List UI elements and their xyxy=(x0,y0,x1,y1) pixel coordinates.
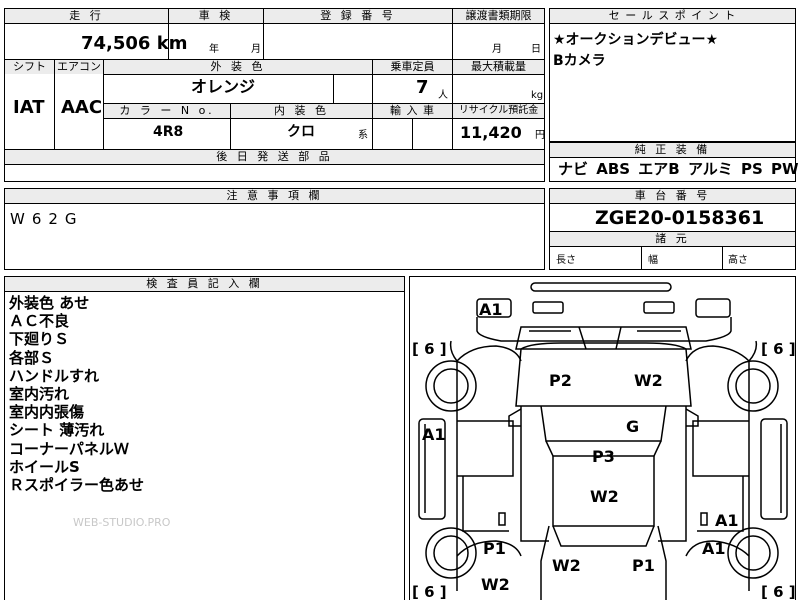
header-recycle: リサイクル預託金 xyxy=(453,104,544,118)
note-line: 室内汚れ xyxy=(9,385,70,404)
watermark: WEB-STUDIO.PRO xyxy=(73,516,171,529)
tire-depth-rear-left: [ 6 ] xyxy=(412,583,447,600)
spec-length-label: 長さ xyxy=(556,255,576,266)
header-chassis-no: 車 台 番 号 xyxy=(550,189,795,203)
sales-point-panel: セ ー ル ス ポ イ ン ト ★オークションデビュー★ Bカメラ xyxy=(549,8,796,142)
shift-value: IAT xyxy=(13,97,45,118)
header-max-load: 最大積載量 xyxy=(453,60,544,74)
mark-p1-rear: P1 xyxy=(632,556,655,575)
recycle-unit: 円 xyxy=(535,130,545,141)
header-transfer-deadline: 譲渡書類期限 xyxy=(453,9,544,23)
header-caution: 注 意 事 項 欄 xyxy=(5,189,544,203)
mark-w2-center: W2 xyxy=(590,487,619,506)
tire-depth-rear-right: [ 6 ] xyxy=(761,583,796,600)
header-aircon: エアコン xyxy=(55,60,103,74)
transfer-month-label: 月 xyxy=(492,44,502,55)
interior-color-value: クロ xyxy=(287,124,315,140)
car-diagram-panel: A1 P2 W2 G A1 P3 W2 A1 P1 A1 W2 P1 W2 [ … xyxy=(409,276,796,600)
header-inspection: 車 検 xyxy=(169,9,263,23)
mark-g: G xyxy=(626,417,640,436)
note-line: ホイールS xyxy=(9,457,80,476)
header-registration: 登 録 番 号 xyxy=(264,9,452,23)
recycle-value: 11,420 xyxy=(460,123,522,142)
mark-a1-top: A1 xyxy=(479,300,503,319)
header-genuine-equipment: 純 正 装 備 xyxy=(550,143,795,157)
header-inspector-notes: 検 査 員 記 入 欄 xyxy=(5,277,404,291)
header-mileage: 走 行 xyxy=(5,9,168,23)
inspection-year-label: 年 xyxy=(209,44,219,55)
mark-a1-right: A1 xyxy=(702,539,726,558)
header-parts-later: 後 日 発 送 部 品 xyxy=(5,150,544,164)
header-specs: 諸 元 xyxy=(550,232,795,246)
header-interior-color: 内 装 色 xyxy=(231,104,372,118)
header-sales-point: セ ー ル ス ポ イ ン ト xyxy=(550,9,795,23)
note-line: 外装色 あせ xyxy=(9,294,90,312)
chassis-no-value: ZGE20-0158361 xyxy=(595,207,765,229)
mark-p1-left: P1 xyxy=(483,539,506,558)
header-import: 輸 入 車 xyxy=(373,104,452,118)
note-line: コーナーパネルＷ xyxy=(9,439,129,458)
note-line: 室内内張傷 xyxy=(9,403,85,422)
tire-depth-front-left: [ 6 ] xyxy=(412,340,447,358)
mark-p3: P3 xyxy=(592,447,615,466)
note-line: ハンドルすれ xyxy=(9,366,100,385)
header-shift: シフト xyxy=(5,60,54,74)
car-outline-diagram xyxy=(418,282,788,600)
mark-w2-roof: W2 xyxy=(634,371,663,390)
inspection-month-label: 月 xyxy=(251,44,261,55)
mark-w2-bottom: W2 xyxy=(481,575,510,594)
chassis-panel: 車 台 番 号 ZGE20-0158361 諸 元 長さ 幅 高さ xyxy=(549,188,796,270)
note-line: 下廻りＳ xyxy=(9,330,70,349)
caution-panel: 注 意 事 項 欄 W62G xyxy=(4,188,545,270)
transfer-day-label: 日 xyxy=(531,44,541,55)
header-color-no: カ ラ ー N o. xyxy=(104,104,230,118)
genuine-equipment-panel: 純 正 装 備 ナビ ABS エアB アルミ PS PW xyxy=(549,142,799,182)
mark-a1-left: A1 xyxy=(422,425,446,444)
spec-height-label: 高さ xyxy=(728,255,748,266)
inspector-notes-panel: 検 査 員 記 入 欄 外装色 あせ ＡＣ不良 下廻りＳ 各部Ｓ ハンドルすれ … xyxy=(4,276,405,600)
caution-value: W62G xyxy=(10,210,84,228)
sales-point-1: ★オークションデビュー★ xyxy=(553,32,719,48)
spec-width-label: 幅 xyxy=(648,255,658,266)
mileage-value: 74,506 km xyxy=(81,33,188,54)
note-line: Ｒスポイラー色あせ xyxy=(9,476,145,495)
mark-p2: P2 xyxy=(549,371,572,390)
capacity-unit: 人 xyxy=(438,90,448,101)
header-exterior-color: 外 装 色 xyxy=(104,60,372,74)
note-line: シート 薄汚れ xyxy=(9,421,105,440)
header-capacity: 乗車定員 xyxy=(373,60,452,74)
genuine-equipment-value: ナビ ABS エアB アルミ PS PW xyxy=(558,160,799,178)
note-line: 各部Ｓ xyxy=(9,348,55,367)
note-line: ＡＣ不良 xyxy=(9,312,70,331)
exterior-color-value: オレンジ xyxy=(191,77,256,96)
color-no-value: 4R8 xyxy=(153,124,184,140)
inspector-notes-list: 外装色 あせ ＡＣ不良 下廻りＳ 各部Ｓ ハンドルすれ 室内汚れ 室内内張傷 シ… xyxy=(9,294,144,494)
sales-point-2: Bカメラ xyxy=(553,53,606,69)
mark-w2-rear: W2 xyxy=(552,556,581,575)
aircon-value: AAC xyxy=(61,97,103,118)
tire-depth-front-right: [ 6 ] xyxy=(761,340,796,358)
mark-a1-right-lower: A1 xyxy=(715,511,739,530)
interior-color-suffix: 系 xyxy=(358,130,368,141)
capacity-value: 7 xyxy=(416,77,429,98)
max-load-unit: kg xyxy=(531,90,544,101)
vehicle-info-table: 走 行 車 検 登 録 番 号 譲渡書類期限 74,506 km 年 月 月 日… xyxy=(4,8,545,182)
